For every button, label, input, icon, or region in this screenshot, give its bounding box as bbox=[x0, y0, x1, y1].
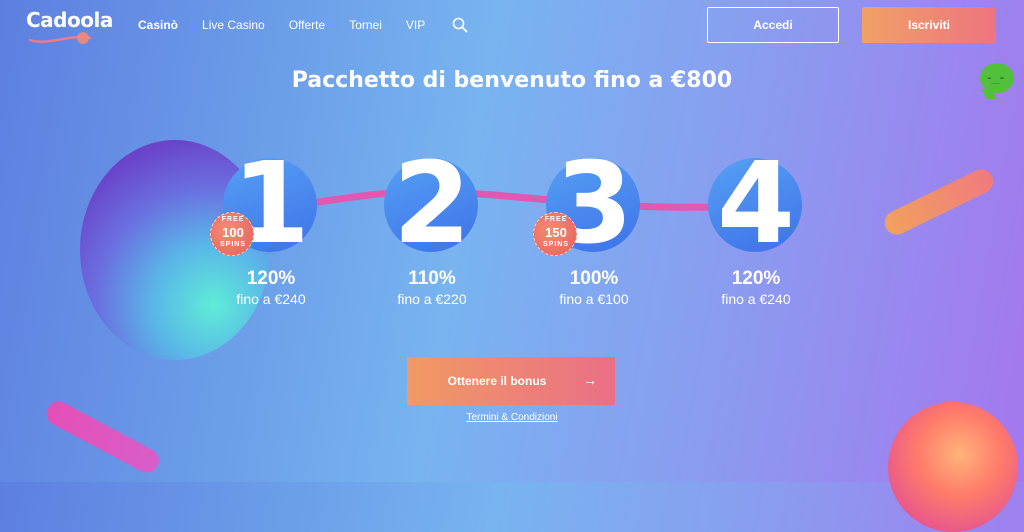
badge-top-text: FREE bbox=[544, 216, 568, 223]
step-percent: 120% bbox=[246, 268, 296, 289]
nav-item-live-casino[interactable]: Live Casino bbox=[202, 18, 265, 32]
decorative-stick-orange bbox=[880, 165, 998, 239]
decorative-stick-pink bbox=[42, 397, 164, 477]
free-spins-badge: FREE 100 SPINS bbox=[210, 212, 254, 256]
logo-text: Cadoola bbox=[26, 8, 113, 32]
get-bonus-label: Ottenere il bonus bbox=[447, 374, 547, 388]
logo[interactable]: Cadoola bbox=[26, 8, 113, 44]
login-button[interactable]: Accedi bbox=[707, 7, 839, 43]
step-upto: fino a €240 bbox=[721, 291, 791, 307]
step-percent: 100% bbox=[569, 268, 619, 289]
badge-count: 100 bbox=[222, 225, 244, 240]
bonus-step-4: 4 120% fino a €240 bbox=[671, 148, 841, 318]
step-number: 2 bbox=[393, 139, 471, 269]
step-percent: 120% bbox=[731, 268, 781, 289]
step-upto: fino a €240 bbox=[236, 291, 306, 307]
nav-item-vip[interactable]: VIP bbox=[406, 18, 425, 32]
step-number: 4 bbox=[717, 139, 795, 269]
get-bonus-button[interactable]: Ottenere il bonus → bbox=[407, 357, 615, 405]
terms-link[interactable]: Termini & Condizioni bbox=[0, 412, 1024, 423]
nav-item-offerte[interactable]: Offerte bbox=[289, 18, 325, 32]
arrow-right-icon: → bbox=[583, 372, 597, 388]
search-icon[interactable] bbox=[452, 17, 468, 33]
step-upto: fino a €220 bbox=[397, 291, 467, 307]
main-nav: Casinò Live Casino Offerte Tornei VIP bbox=[138, 18, 449, 32]
nav-item-casino[interactable]: Casinò bbox=[138, 18, 178, 32]
badge-bottom-text: SPINS bbox=[542, 241, 569, 248]
signup-button[interactable]: Iscriviti bbox=[862, 7, 996, 43]
step-upto: fino a €100 bbox=[559, 291, 629, 307]
logo-swoosh-icon bbox=[28, 32, 92, 44]
badge-bottom-text: SPINS bbox=[219, 241, 246, 248]
free-spins-badge: FREE 150 SPINS bbox=[533, 212, 577, 256]
step-percent: 110% bbox=[408, 268, 456, 289]
bonus-step-2: 2 110% fino a €220 bbox=[347, 148, 517, 318]
nav-item-tornei[interactable]: Tornei bbox=[349, 18, 382, 32]
page-title: Pacchetto di benvenuto fino a €800 bbox=[291, 68, 733, 93]
badge-top-text: FREE bbox=[221, 216, 245, 223]
badge-count: 150 bbox=[545, 225, 567, 240]
bonus-step-3: 3 FREE 150 SPINS 100% fino a €100 bbox=[509, 148, 679, 318]
bonus-step-1: 1 FREE 100 SPINS 120% fino a €240 bbox=[186, 148, 356, 318]
